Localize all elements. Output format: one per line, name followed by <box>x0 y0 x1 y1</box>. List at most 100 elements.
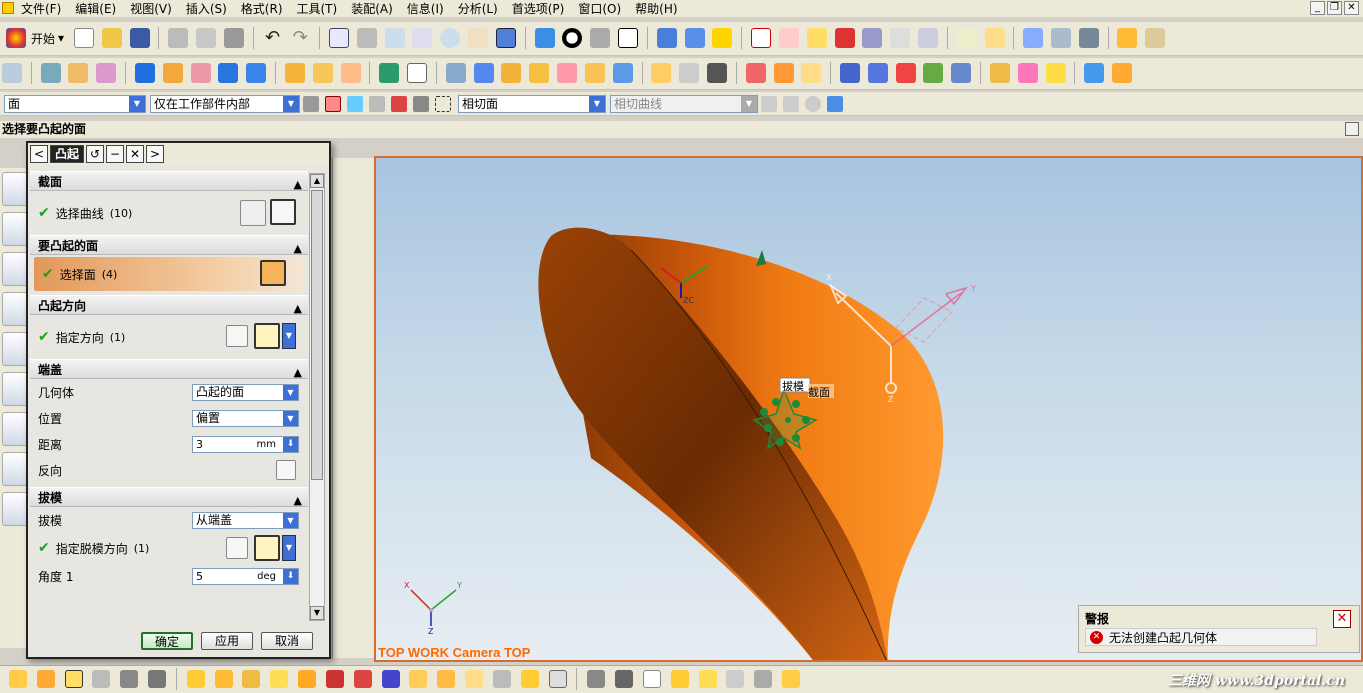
boss-icon[interactable] <box>284 63 305 83</box>
scroll-thumb[interactable] <box>311 190 323 480</box>
assembly-icon-1[interactable] <box>9 670 27 688</box>
general-select-icon[interactable] <box>303 95 319 112</box>
select-curve-icon[interactable] <box>413 95 429 112</box>
paste-icon[interactable] <box>223 28 244 48</box>
assembly-icon-2[interactable] <box>36 670 55 688</box>
curvature-icon[interactable] <box>1112 63 1133 83</box>
assembly-icon-5[interactable] <box>120 670 139 688</box>
distance-input[interactable]: 3 mm ⬇ <box>192 436 299 453</box>
select-curve-row[interactable]: ✔ 选择曲线 (10) <box>30 191 308 235</box>
reverse-vector-icon[interactable] <box>226 325 248 347</box>
section-header-face[interactable]: 要凸起的面 ▲ <box>30 235 308 255</box>
component-icon-9[interactable] <box>409 670 428 688</box>
pocket-icon[interactable] <box>312 63 333 83</box>
wcs-origin-icon[interactable] <box>778 28 799 48</box>
menu-info[interactable]: 信息(I) <box>400 0 451 17</box>
point-snap-icon[interactable] <box>325 95 341 112</box>
view-icon-5[interactable] <box>726 670 745 688</box>
component-icon-11[interactable] <box>465 670 484 688</box>
view-icon-6[interactable] <box>754 670 773 688</box>
menu-assembly[interactable]: 装配(A) <box>344 0 400 17</box>
menu-preferences[interactable]: 首选项(P) <box>505 0 572 17</box>
cone-icon[interactable] <box>190 63 211 83</box>
scroll-down-icon[interactable]: ▼ <box>310 606 324 620</box>
trim-body-icon[interactable] <box>612 63 633 83</box>
orient-icon-1[interactable] <box>656 28 677 48</box>
component-icon-5[interactable] <box>298 670 317 688</box>
wcs-set-icon[interactable] <box>862 28 883 48</box>
apply-button[interactable]: 应用 <box>201 632 253 650</box>
position-combo[interactable]: 偏置 ▼ <box>192 410 299 427</box>
extrude-icon[interactable] <box>40 63 61 83</box>
wcs-dynamic-icon[interactable] <box>834 28 855 48</box>
assembly-navigator-tab[interactable] <box>2 172 28 206</box>
hole-icon[interactable] <box>246 63 267 83</box>
section-header-direction[interactable]: 凸起方向 ▲ <box>30 295 308 315</box>
render-style-icon[interactable] <box>534 28 555 48</box>
part-navigator-icon[interactable] <box>2 63 22 83</box>
component-icon-8[interactable] <box>381 670 400 688</box>
expand-icon[interactable] <box>1345 122 1359 136</box>
component-icon-4[interactable] <box>270 670 289 688</box>
open-folder-icon[interactable] <box>101 28 122 48</box>
rectangle-select-icon[interactable] <box>435 95 451 112</box>
menu-edit[interactable]: 编辑(E) <box>68 0 123 17</box>
zoom-inout-icon[interactable] <box>412 28 433 48</box>
orient-icon-2[interactable] <box>684 28 705 48</box>
arrow-down-icon[interactable]: ⬇ <box>283 569 298 584</box>
alert-close-button[interactable]: ✕ <box>1333 610 1351 628</box>
blend-icon[interactable] <box>501 63 522 83</box>
shell-icon[interactable] <box>473 63 494 83</box>
section-header-draft[interactable]: 拔模 ▲ <box>30 487 308 507</box>
intent-icon[interactable] <box>347 95 363 112</box>
redo-icon[interactable]: ↷ <box>290 28 310 48</box>
swept-surface-icon[interactable] <box>1017 63 1038 83</box>
component-icon-2[interactable] <box>214 670 233 688</box>
wcs-icon[interactable] <box>751 28 772 48</box>
datum-axis-icon[interactable] <box>407 63 428 83</box>
bounded-plane-icon[interactable] <box>951 63 972 83</box>
intersect-curve-icon[interactable] <box>801 63 822 83</box>
assembly-icon-3[interactable] <box>64 670 83 688</box>
undo-icon[interactable]: ↶ <box>263 28 283 48</box>
revolve-icon[interactable] <box>68 63 89 83</box>
cut-icon[interactable] <box>168 28 189 48</box>
deselect-icon[interactable] <box>918 28 939 48</box>
emboss-icon[interactable] <box>584 63 605 83</box>
partial-shading-icon[interactable] <box>562 28 583 48</box>
view-icon-7[interactable] <box>782 670 801 688</box>
sweep-icon[interactable] <box>96 63 117 83</box>
extension-icon[interactable] <box>923 63 944 83</box>
offset-face-icon[interactable] <box>445 63 466 83</box>
shaded-view-icon[interactable] <box>495 28 516 48</box>
reverse-vector-icon[interactable] <box>226 537 248 559</box>
collapse-icon[interactable]: − <box>106 145 125 163</box>
assembly-icon-4[interactable] <box>92 670 111 688</box>
chevron-down-icon[interactable]: ▼ <box>282 323 296 349</box>
curve-icon[interactable] <box>745 63 766 83</box>
chamfer-icon[interactable] <box>529 63 550 83</box>
system-materials-tab[interactable] <box>2 372 28 406</box>
restore-button[interactable]: ❐ <box>1327 1 1342 15</box>
fit-icon[interactable] <box>328 28 349 48</box>
process-studio-tab[interactable] <box>2 412 28 446</box>
pad-icon[interactable] <box>340 63 361 83</box>
save-icon[interactable] <box>129 28 150 48</box>
ok-button[interactable]: 确定 <box>141 632 193 650</box>
measure-angle-icon[interactable] <box>984 28 1005 48</box>
pan-icon[interactable] <box>468 28 489 48</box>
scroll-up-icon[interactable]: ▲ <box>310 174 324 188</box>
mirror-icon[interactable] <box>679 63 700 83</box>
link-icon[interactable] <box>670 670 689 688</box>
component-icon-7[interactable] <box>353 670 372 688</box>
collapse-caret-icon[interactable]: ▲ <box>294 239 302 259</box>
select-edge-icon[interactable] <box>391 95 407 112</box>
forward-icon[interactable]: > <box>146 145 165 163</box>
block-icon[interactable] <box>134 63 155 83</box>
layer-icon[interactable] <box>1023 28 1044 48</box>
draft-direction-row[interactable]: ✔ 指定脱模方向 (1) ▼ <box>30 533 308 563</box>
layer-visible-icon[interactable] <box>1078 28 1099 48</box>
sketch-section-icon[interactable] <box>240 200 266 226</box>
layer-settings-icon[interactable] <box>1051 28 1071 48</box>
new-file-icon[interactable] <box>73 28 94 48</box>
